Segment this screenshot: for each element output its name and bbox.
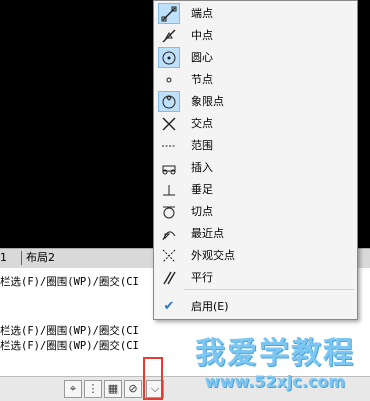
menu-item-perpendicular[interactable]: 垂足 — [155, 179, 355, 200]
nearest-icon — [158, 223, 180, 244]
menu-item-insert[interactable]: 插入 — [155, 157, 355, 178]
menu-item-center[interactable]: 圆心 — [155, 47, 355, 68]
insert-icon — [158, 157, 180, 178]
parallel-icon — [158, 267, 180, 288]
menu-item-label: 启用(E) — [191, 300, 229, 313]
menu-item-node[interactable]: 节点 — [155, 69, 355, 90]
node-icon — [158, 69, 180, 90]
menu-item-tangent[interactable]: 切点 — [155, 201, 355, 222]
menu-item-endpoint[interactable]: 端点 — [155, 3, 355, 24]
midpoint-icon — [158, 25, 180, 46]
intersection-icon — [158, 113, 180, 134]
menu-item-label: 插入 — [191, 161, 213, 174]
menu-item-label: 交点 — [191, 117, 213, 130]
menu-item-label: 最近点 — [191, 227, 224, 240]
menu-item-parallel[interactable]: 平行 — [155, 267, 355, 288]
tab-layout1[interactable]: 1 — [0, 251, 7, 265]
menu-item-label: 范围 — [191, 139, 213, 152]
menu-item-label: 节点 — [191, 73, 213, 86]
menu-separator — [184, 289, 354, 290]
grid-icon[interactable]: ▦ — [104, 380, 122, 398]
tangent-icon — [158, 201, 180, 222]
extension-icon — [158, 135, 180, 156]
apparent-intersection-icon — [158, 245, 180, 266]
menu-item-label: 中点 — [191, 29, 213, 42]
command-history-line: 栏选(F)/圈围(WP)/圈交(CI — [0, 340, 139, 352]
menu-item-midpoint[interactable]: 中点 — [155, 25, 355, 46]
menu-item-apparent-intersection[interactable]: 外观交点 — [155, 245, 355, 266]
menu-item-label: 垂足 — [191, 183, 213, 196]
check-icon: ✔ — [163, 299, 175, 314]
grid-display-icon[interactable]: ⋮ — [84, 380, 102, 398]
tab-layout2[interactable]: 布局2 — [21, 251, 55, 265]
perpendicular-icon — [158, 179, 180, 200]
menu-item-label: 象限点 — [191, 95, 224, 108]
command-input[interactable] — [0, 358, 154, 376]
object-snap-highlight — [143, 357, 163, 400]
snap-icon[interactable]: ⌖ — [64, 380, 82, 398]
status-bar: ⌖ ⋮ ▦ ⊘ ⌵ — [0, 376, 370, 401]
menu-item-nearest[interactable]: 最近点 — [155, 223, 355, 244]
menu-item-label: 圆心 — [191, 51, 213, 64]
menu-item-label: 切点 — [191, 205, 213, 218]
menu-item-label: 端点 — [191, 7, 213, 20]
menu-item-label: 外观交点 — [191, 249, 235, 262]
menu-item-extension[interactable]: 范围 — [155, 135, 355, 156]
command-history-line: 栏选(F)/圈围(WP)/圈交(CI — [0, 325, 139, 337]
menu-item-quadrant[interactable]: 象限点 — [155, 91, 355, 112]
quadrant-icon — [158, 91, 180, 112]
command-history-line: 栏选(F)/圈围(WP)/圈交(CI — [0, 276, 139, 288]
object-snap-menu: 端点中点圆心节点象限点交点范围插入垂足切点最近点外观交点平行 ✔ 启用(E) — [153, 0, 358, 320]
menu-item-enable[interactable]: ✔ 启用(E) — [155, 296, 355, 317]
center-icon — [158, 47, 180, 68]
menu-item-intersection[interactable]: 交点 — [155, 113, 355, 134]
menu-item-label: 平行 — [191, 271, 213, 284]
polar-tracking-icon[interactable]: ⊘ — [124, 380, 142, 398]
endpoint-icon — [158, 3, 180, 24]
